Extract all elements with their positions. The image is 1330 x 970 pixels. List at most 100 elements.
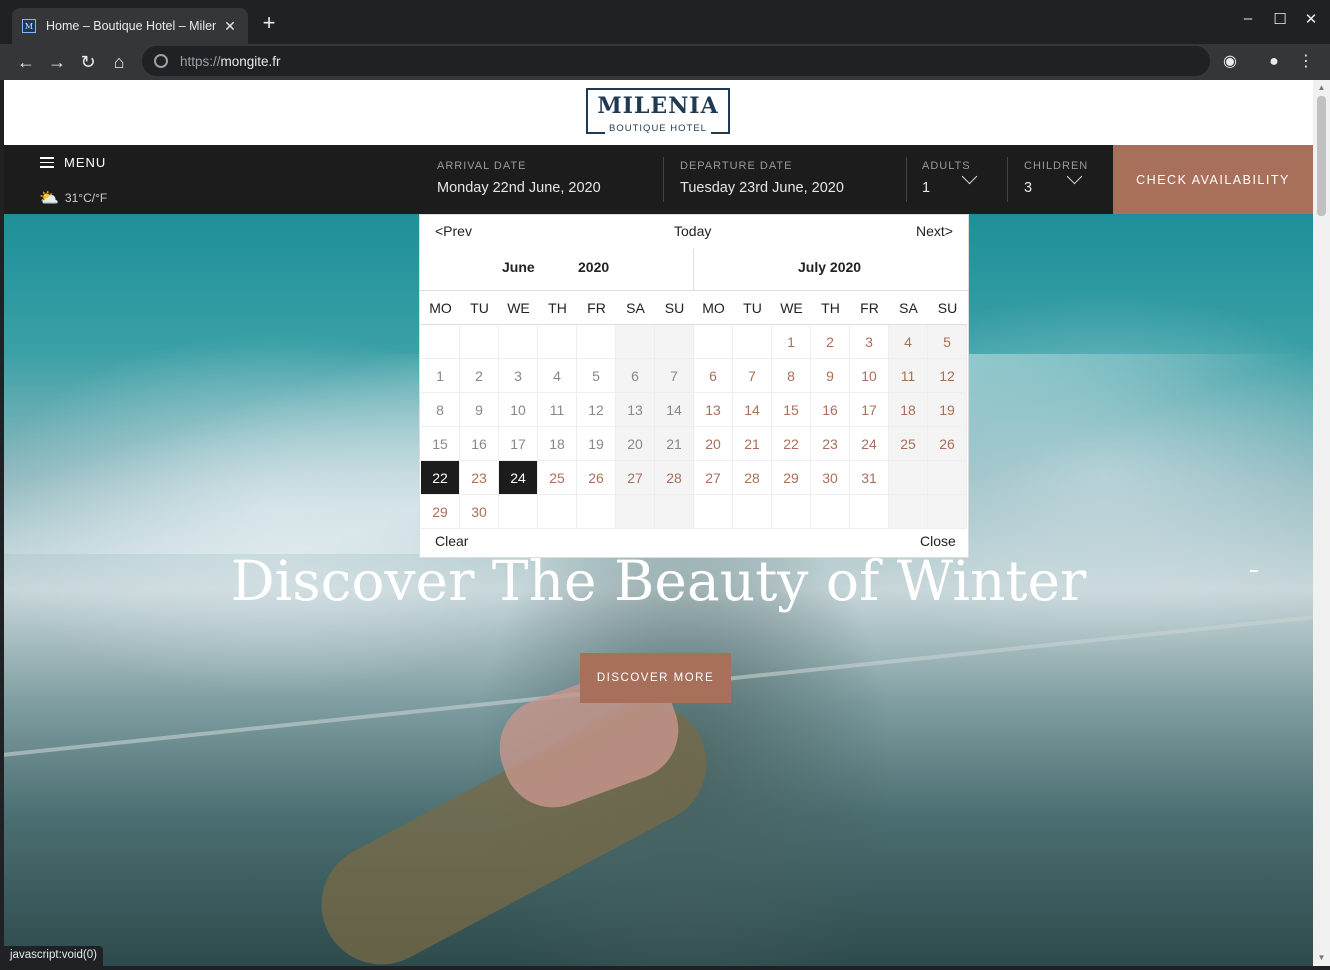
july-day-cell[interactable]: 11: [889, 359, 928, 393]
site-favicon-icon: M: [22, 19, 36, 33]
reload-icon[interactable]: ↻: [76, 50, 100, 74]
july-day-cell[interactable]: 14: [733, 393, 772, 427]
july-day-cell[interactable]: 5: [928, 325, 967, 359]
extension-icon[interactable]: ◉: [1218, 50, 1242, 74]
july-day-cell[interactable]: 24: [850, 427, 889, 461]
children-value[interactable]: 3: [1024, 180, 1088, 196]
june-day-cell[interactable]: 28: [655, 461, 694, 495]
site-info-icon[interactable]: [154, 54, 168, 68]
july-day-cell[interactable]: 15: [772, 393, 811, 427]
scroll-down-icon[interactable]: ▼: [1313, 950, 1330, 966]
booking-bar: MENU ⛅ 31°C/°F ARRIVAL DATE Monday 22nd …: [4, 145, 1313, 214]
back-icon[interactable]: ←: [14, 50, 38, 74]
july-day-cell[interactable]: 17: [850, 393, 889, 427]
july-day-cell[interactable]: 30: [811, 461, 850, 495]
july-day-cell[interactable]: 12: [928, 359, 967, 393]
menu-button[interactable]: MENU: [40, 154, 106, 171]
empty-day-cell: [499, 495, 538, 529]
today-button[interactable]: Today: [674, 223, 711, 239]
july-day-cell[interactable]: 7: [733, 359, 772, 393]
new-tab-button[interactable]: +: [258, 12, 280, 34]
weekday-header: FR: [577, 291, 616, 325]
hamburger-icon: [40, 154, 54, 171]
july-day-cell[interactable]: 29: [772, 461, 811, 495]
july-day-cell[interactable]: 23: [811, 427, 850, 461]
july-day-cell[interactable]: 22: [772, 427, 811, 461]
hero-headline: Discover The Beauty of Winter: [230, 549, 1087, 613]
july-day-cell[interactable]: 9: [811, 359, 850, 393]
june-day-cell[interactable]: 23: [460, 461, 499, 495]
prev-month-button[interactable]: <Prev: [435, 223, 472, 239]
june-day-cell[interactable]: 26: [577, 461, 616, 495]
arrival-date-value[interactable]: Monday 22nd June, 2020: [437, 180, 601, 196]
address-bar[interactable]: https://mongite.fr: [142, 46, 1210, 76]
departure-date-value[interactable]: Tuesday 23rd June, 2020: [680, 180, 844, 196]
adults-value[interactable]: 1: [922, 180, 971, 196]
departure-date-field[interactable]: DEPARTURE DATE Tuesday 23rd June, 2020: [680, 160, 844, 196]
june-month-name: June: [502, 259, 535, 275]
june-day-cell[interactable]: 22: [421, 461, 460, 495]
clear-button[interactable]: Clear: [435, 533, 468, 549]
empty-day-cell: [733, 325, 772, 359]
june-day-cell[interactable]: 29: [421, 495, 460, 529]
tab-close-icon[interactable]: ✕: [222, 18, 238, 35]
june-day-cell: 21: [655, 427, 694, 461]
empty-day-cell: [889, 461, 928, 495]
june-day-cell[interactable]: 24: [499, 461, 538, 495]
check-availability-button[interactable]: CHECK AVAILABILITY: [1113, 145, 1313, 214]
home-icon[interactable]: ⌂: [107, 50, 131, 74]
empty-day-cell: [655, 325, 694, 359]
july-day-cell[interactable]: 2: [811, 325, 850, 359]
july-day-cell[interactable]: 8: [772, 359, 811, 393]
browser-menu-icon[interactable]: ⋮: [1294, 50, 1318, 74]
july-day-cell[interactable]: 25: [889, 427, 928, 461]
july-day-cell[interactable]: 26: [928, 427, 967, 461]
empty-day-cell: [499, 325, 538, 359]
july-day-cell[interactable]: 31: [850, 461, 889, 495]
july-day-cell[interactable]: 6: [694, 359, 733, 393]
tab-strip: M Home – Boutique Hotel – Milenia ✕ + – …: [0, 0, 1330, 44]
browser-tab[interactable]: M Home – Boutique Hotel – Milenia ✕: [12, 8, 248, 44]
scroll-up-icon[interactable]: ▲: [1313, 80, 1330, 96]
close-button[interactable]: Close: [920, 533, 956, 549]
july-day-cell[interactable]: 3: [850, 325, 889, 359]
weekday-header: SA: [889, 291, 928, 325]
weekday-header: TU: [460, 291, 499, 325]
minimize-icon[interactable]: –: [1238, 10, 1258, 27]
july-day-cell[interactable]: 4: [889, 325, 928, 359]
july-day-cell[interactable]: 28: [733, 461, 772, 495]
next-month-button[interactable]: Next>: [916, 223, 953, 239]
scrollbar-thumb[interactable]: [1317, 96, 1326, 216]
empty-day-cell: [928, 495, 967, 529]
empty-day-cell: [850, 495, 889, 529]
july-day-cell[interactable]: 13: [694, 393, 733, 427]
empty-day-cell: [772, 495, 811, 529]
july-day-cell[interactable]: 21: [733, 427, 772, 461]
empty-day-cell: [694, 495, 733, 529]
maximize-icon[interactable]: ☐: [1270, 10, 1290, 28]
page-scrollbar[interactable]: ▲ ▼: [1313, 80, 1330, 966]
profile-icon[interactable]: ●: [1262, 50, 1286, 74]
june-day-cell[interactable]: 25: [538, 461, 577, 495]
july-day-cell[interactable]: 19: [928, 393, 967, 427]
site-logo[interactable]: MILENIA BOUTIQUE HOTEL: [586, 88, 730, 134]
forward-icon[interactable]: →: [45, 50, 69, 74]
empty-day-cell: [694, 325, 733, 359]
june-day-cell[interactable]: 30: [460, 495, 499, 529]
empty-day-cell: [538, 495, 577, 529]
july-day-cell[interactable]: 16: [811, 393, 850, 427]
window-close-icon[interactable]: ✕: [1301, 10, 1321, 28]
june-day-cell: 6: [616, 359, 655, 393]
july-day-cell[interactable]: 18: [889, 393, 928, 427]
slider-indicator[interactable]: [1250, 570, 1258, 572]
discover-more-button[interactable]: DISCOVER MORE: [580, 653, 731, 703]
arrival-date-field[interactable]: ARRIVAL DATE Monday 22nd June, 2020: [437, 160, 601, 196]
empty-day-cell: [616, 325, 655, 359]
arrival-date-label: ARRIVAL DATE: [437, 160, 527, 172]
july-day-cell[interactable]: 20: [694, 427, 733, 461]
july-day-cell[interactable]: 27: [694, 461, 733, 495]
weekday-header: TH: [538, 291, 577, 325]
july-day-cell[interactable]: 1: [772, 325, 811, 359]
july-day-cell[interactable]: 10: [850, 359, 889, 393]
june-day-cell[interactable]: 27: [616, 461, 655, 495]
